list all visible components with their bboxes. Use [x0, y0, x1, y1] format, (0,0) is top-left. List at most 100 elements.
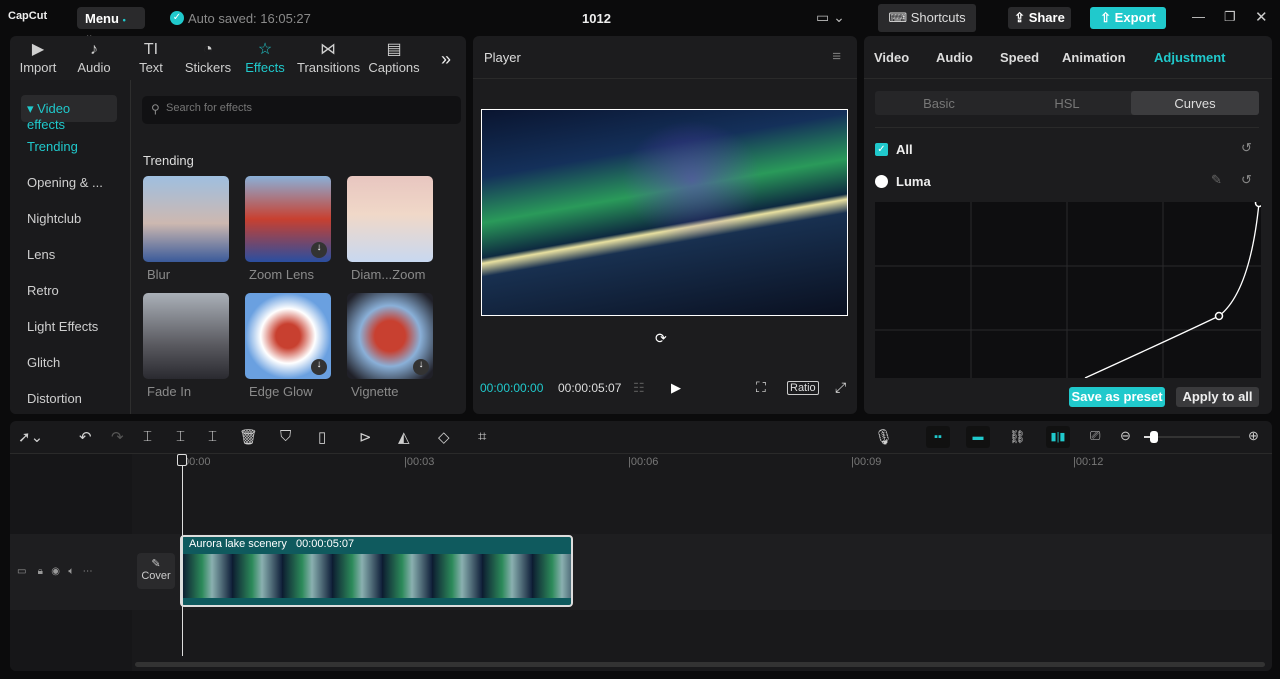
zoom-slider-handle[interactable]: [1149, 431, 1158, 443]
share-button[interactable]: ⇪ Share: [1008, 7, 1071, 29]
video-clip[interactable]: Aurora lake scenery 00:00:05:07: [180, 535, 573, 607]
fit-icon[interactable]: ⛶: [756, 379, 766, 396]
download-icon[interactable]: ↓: [311, 359, 327, 375]
subtab-hsl[interactable]: HSL: [1003, 96, 1131, 111]
player-menu-icon[interactable]: ≡: [832, 48, 841, 65]
minimize-button[interactable]: —: [1192, 9, 1205, 24]
menu-button[interactable]: Menu • ⌄: [77, 7, 145, 41]
effect-thumb-zoom-lens[interactable]: ↓: [245, 176, 331, 262]
zoom-in-icon[interactable]: ⊕: [1248, 428, 1259, 444]
split-icon[interactable]: ⌶: [143, 428, 152, 445]
playhead-handle[interactable]: [177, 454, 187, 466]
effect-thumb-fade-in[interactable]: [143, 293, 229, 379]
video-preview[interactable]: [481, 109, 848, 316]
channel-luma: Luma: [896, 174, 931, 189]
tab-audio[interactable]: Audio: [936, 50, 973, 65]
tab-stickers[interactable]: ◔ Stickers: [182, 40, 234, 75]
eyedropper-icon[interactable]: ✎: [1211, 172, 1222, 188]
rotate-icon[interactable]: ◇: [438, 428, 450, 446]
mirror-icon[interactable]: ◭: [398, 428, 410, 446]
delete-icon[interactable]: 🗑: [239, 428, 258, 446]
rotate-icon[interactable]: ⟳: [655, 330, 667, 347]
channel-all: All: [896, 142, 913, 157]
fullscreen-icon[interactable]: ⤢: [835, 379, 846, 396]
more-icon[interactable]: ⋯: [83, 566, 93, 577]
tab-adjustment[interactable]: Adjustment: [1154, 50, 1226, 65]
all-checkbox[interactable]: ✓: [875, 143, 888, 156]
shortcuts-button[interactable]: ⌨ Shortcuts: [878, 4, 976, 32]
apply-all-button[interactable]: Apply to all: [1176, 387, 1259, 407]
track-video-icon[interactable]: ▭: [17, 566, 26, 577]
luma-radio[interactable]: [875, 175, 888, 188]
tab-effects[interactable]: ☆ Effects: [242, 40, 288, 75]
subtab-curves[interactable]: Curves: [1131, 91, 1259, 115]
more-tabs-icon[interactable]: »: [441, 49, 451, 70]
freeze-icon[interactable]: ▯: [318, 428, 326, 446]
horizontal-scrollbar[interactable]: [135, 662, 1265, 667]
sidebar-item-glitch[interactable]: Glitch: [27, 355, 60, 370]
time-tick: |00:03: [404, 456, 435, 468]
download-icon[interactable]: ↓: [413, 359, 429, 375]
tab-transitions[interactable]: ⋈ Transitions: [297, 40, 360, 75]
search-input[interactable]: [166, 102, 446, 114]
marker-icon[interactable]: ⛉: [280, 428, 291, 445]
split-right-icon[interactable]: ⌶: [208, 428, 217, 445]
cover-button[interactable]: ✎ Cover: [137, 553, 175, 589]
lock-icon[interactable]: 🔒︎: [38, 566, 43, 577]
link-icon[interactable]: ⛓: [1009, 429, 1026, 445]
reverse-icon[interactable]: ⊳: [359, 428, 372, 446]
search-field[interactable]: ⚲: [142, 96, 461, 124]
volume-icon[interactable]: 🔈︎: [68, 566, 74, 577]
download-icon[interactable]: ↓: [311, 242, 327, 258]
tab-captions[interactable]: ▤ Captions: [366, 40, 422, 75]
tab-import[interactable]: ▶ Import: [14, 40, 62, 75]
tab-label: Effects: [245, 60, 285, 75]
microphone-icon[interactable]: 🎙: [874, 428, 893, 446]
check-icon: ✓: [170, 11, 184, 25]
tab-video[interactable]: Video: [874, 50, 909, 65]
frames-icon[interactable]: ☷: [633, 380, 645, 396]
zoom-slider[interactable]: [1144, 431, 1240, 443]
layout-icon[interactable]: ▭ ⌄: [816, 9, 845, 26]
effect-label: Zoom Lens: [249, 267, 315, 282]
zoom-fit-icon[interactable]: ⎚: [1090, 428, 1100, 444]
sidebar-item-opening[interactable]: Opening & ...: [27, 175, 103, 190]
main-track-magnet-icon[interactable]: ▪▪: [926, 426, 950, 448]
effect-thumb-vignette[interactable]: ↓: [347, 293, 433, 379]
auto-snap-icon[interactable]: ▬: [966, 426, 990, 448]
reset-icon[interactable]: ↺: [1241, 172, 1252, 188]
reset-icon[interactable]: ↺: [1241, 140, 1252, 156]
crop-icon[interactable]: ⌗: [478, 428, 486, 445]
zoom-out-icon[interactable]: ⊖: [1120, 428, 1131, 444]
redo-icon[interactable]: ↷: [111, 428, 124, 446]
close-button[interactable]: ✕: [1255, 8, 1268, 26]
autosave-status: Auto saved: 16:05:27: [188, 11, 311, 26]
tab-animation[interactable]: Animation: [1062, 50, 1126, 65]
play-button[interactable]: ▶: [671, 380, 681, 396]
tab-text[interactable]: TI Text: [134, 40, 168, 75]
effect-thumb-edge-glow[interactable]: ↓: [245, 293, 331, 379]
sidebar-item-light-effects[interactable]: Light Effects: [27, 319, 98, 334]
maximize-button[interactable]: ❐: [1224, 9, 1236, 25]
subtab-basic[interactable]: Basic: [875, 96, 1003, 111]
playhead[interactable]: [182, 456, 183, 656]
tab-audio[interactable]: ♪ Audio: [72, 40, 116, 75]
undo-icon[interactable]: ↶: [79, 428, 92, 446]
ratio-button[interactable]: Ratio: [787, 381, 819, 395]
curve-editor[interactable]: [875, 202, 1261, 378]
split-left-icon[interactable]: ⌶: [176, 428, 185, 445]
sidebar-item-retro[interactable]: Retro: [27, 283, 59, 298]
save-preset-button[interactable]: Save as preset: [1069, 387, 1165, 407]
effect-thumb-blur[interactable]: [143, 176, 229, 262]
export-button[interactable]: ⇧ Export: [1090, 7, 1166, 29]
sidebar-item-lens[interactable]: Lens: [27, 247, 55, 262]
effect-thumb-diamond-zoom[interactable]: [347, 176, 433, 262]
sidebar-item-nightclub[interactable]: Nightclub: [27, 211, 81, 226]
video-effects-category[interactable]: ▾ Video effects: [21, 95, 117, 132]
sidebar-item-distortion[interactable]: Distortion: [27, 391, 82, 406]
sidebar-item-trending[interactable]: Trending: [27, 139, 78, 154]
preview-axis-icon[interactable]: ▮|▮: [1046, 426, 1070, 448]
select-tool-icon[interactable]: ➚⌄: [18, 428, 43, 446]
tab-speed[interactable]: Speed: [1000, 50, 1039, 65]
visibility-icon[interactable]: ◉: [51, 566, 60, 577]
